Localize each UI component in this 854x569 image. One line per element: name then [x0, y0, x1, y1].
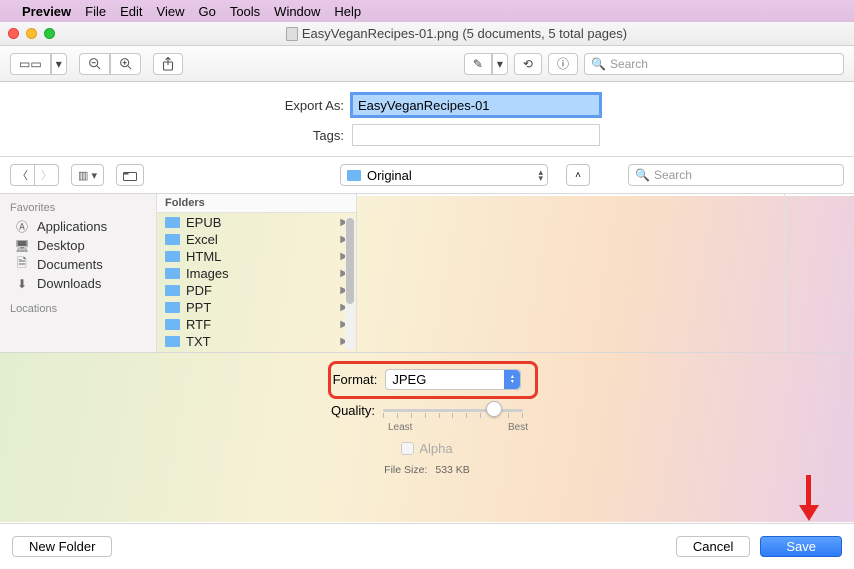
folder-icon: [165, 234, 180, 245]
save-panel-footer: New Folder Cancel Save: [0, 523, 854, 569]
export-as-label: Export As:: [254, 98, 344, 113]
search-icon: 🔍: [591, 57, 606, 71]
save-panel-search[interactable]: 🔍 Search: [628, 164, 844, 186]
group-button[interactable]: [116, 164, 144, 186]
window-title: EasyVeganRecipes-01.png (5 documents, 5 …: [302, 26, 627, 41]
folder-row[interactable]: HTML▶: [157, 248, 356, 265]
folder-row[interactable]: PPT▶: [157, 299, 356, 316]
sidebar-item-desktop[interactable]: 🖥Desktop: [0, 236, 156, 255]
minimize-window-icon[interactable]: [26, 28, 37, 39]
locations-heading: Locations: [0, 301, 156, 318]
export-fields: Export As: Tags:: [0, 82, 854, 156]
folder-icon: [347, 170, 361, 181]
favorites-heading: Favorites: [0, 200, 156, 217]
alpha-checkbox: [401, 442, 414, 455]
sidebar-item-downloads[interactable]: ⬇Downloads: [0, 274, 156, 293]
folder-row[interactable]: Images▶: [157, 265, 356, 282]
preview-toolbar: ▭▭▾ ✎▾ ⟲ ⓘ 🔍 Search: [0, 46, 854, 82]
system-menubar: Preview File Edit View Go Tools Window H…: [0, 0, 854, 22]
cancel-button[interactable]: Cancel: [676, 536, 750, 557]
applications-icon: Ⓐ: [14, 220, 30, 234]
tags-label: Tags:: [254, 128, 344, 143]
quality-label: Quality:: [331, 403, 375, 418]
share-button[interactable]: [153, 53, 183, 75]
sidebar-item-applications[interactable]: ⒶApplications: [0, 217, 156, 236]
folder-row[interactable]: PDF▶: [157, 282, 356, 299]
path-popup[interactable]: Original ▴▾: [340, 164, 548, 186]
search-placeholder: Search: [610, 57, 648, 71]
alpha-label: Alpha: [419, 441, 452, 456]
stepper-icon: ▴▾: [504, 370, 520, 389]
quality-least-label: Least: [388, 422, 412, 433]
menu-view[interactable]: View: [157, 4, 185, 19]
folder-icon: [165, 319, 180, 330]
filesize-value: 533 KB: [435, 464, 469, 476]
new-folder-button[interactable]: New Folder: [12, 536, 112, 557]
save-panel-navbar: 〈〉 ▥ ▾ Original ▴▾ ˄ 🔍 Search: [0, 157, 854, 193]
empty-column: [784, 194, 854, 352]
folder-icon: [165, 336, 180, 347]
file-browser: Favorites ⒶApplications 🖥Desktop 🗎Docume…: [0, 193, 854, 353]
downloads-icon: ⬇: [14, 277, 30, 291]
desktop-icon: 🖥: [14, 239, 30, 253]
quality-best-label: Best: [508, 422, 528, 433]
menubar-app[interactable]: Preview: [22, 4, 71, 19]
documents-icon: 🗎: [14, 258, 30, 272]
view-mode-menu[interactable]: ▾: [51, 53, 67, 75]
folder-row[interactable]: Excel▶: [157, 231, 356, 248]
menu-edit[interactable]: Edit: [120, 4, 142, 19]
format-options: Format: JPEG ▴▾ Quality: Least Best Alph…: [0, 353, 854, 490]
scrollbar[interactable]: [345, 216, 355, 350]
menu-tools[interactable]: Tools: [230, 4, 260, 19]
nav-forward-button[interactable]: 〉: [35, 164, 59, 186]
format-label: Format:: [333, 372, 378, 387]
close-window-icon[interactable]: [8, 28, 19, 39]
window-titlebar: EasyVeganRecipes-01.png (5 documents, 5 …: [0, 22, 854, 46]
folder-icon: [165, 302, 180, 313]
highlight-button[interactable]: ✎: [464, 53, 492, 75]
stepper-icon: ▴▾: [538, 169, 543, 181]
folder-icon: [165, 285, 180, 296]
folder-row[interactable]: RTF▶: [157, 316, 356, 333]
folder-icon: [165, 251, 180, 262]
nav-back-button[interactable]: 〈: [10, 164, 35, 186]
column-header: Folders: [157, 194, 356, 213]
export-as-input[interactable]: [352, 94, 600, 116]
traffic-lights: [8, 28, 55, 39]
empty-column: [356, 194, 784, 352]
menu-help[interactable]: Help: [334, 4, 361, 19]
scrollbar-thumb[interactable]: [346, 218, 354, 304]
folder-column: Folders EPUB▶ Excel▶ HTML▶ Images▶ PDF▶ …: [156, 194, 356, 352]
folder-icon: [165, 217, 180, 228]
zoom-window-icon[interactable]: [44, 28, 55, 39]
tags-input[interactable]: [352, 124, 600, 146]
view-mode-button[interactable]: ▭▭: [10, 53, 51, 75]
sidebar: Favorites ⒶApplications 🖥Desktop 🗎Docume…: [0, 194, 156, 352]
slider-knob[interactable]: [486, 401, 502, 417]
zoom-in-button[interactable]: [110, 53, 141, 75]
format-popup[interactable]: JPEG ▴▾: [385, 369, 521, 390]
collapse-button[interactable]: ˄: [566, 164, 590, 186]
document-proxy-icon[interactable]: [286, 27, 298, 41]
zoom-out-button[interactable]: [79, 53, 110, 75]
quality-slider[interactable]: [383, 400, 523, 420]
markup-button[interactable]: ⓘ: [548, 53, 578, 75]
filesize-label: File Size:: [384, 464, 427, 476]
view-style-button[interactable]: ▥ ▾: [71, 164, 104, 186]
highlight-menu[interactable]: ▾: [492, 53, 508, 75]
folder-row[interactable]: EPUB▶: [157, 214, 356, 231]
search-placeholder: Search: [654, 168, 692, 182]
save-button[interactable]: Save: [760, 536, 842, 557]
toolbar-search[interactable]: 🔍 Search: [584, 53, 844, 75]
folder-icon: [165, 268, 180, 279]
search-icon: 🔍: [635, 168, 650, 182]
menu-file[interactable]: File: [85, 4, 106, 19]
path-folder-name: Original: [367, 168, 412, 183]
menu-go[interactable]: Go: [198, 4, 215, 19]
sidebar-item-documents[interactable]: 🗎Documents: [0, 255, 156, 274]
menu-window[interactable]: Window: [274, 4, 320, 19]
format-value: JPEG: [392, 372, 426, 387]
rotate-button[interactable]: ⟲: [514, 53, 542, 75]
folder-row[interactable]: TXT▶: [157, 333, 356, 350]
